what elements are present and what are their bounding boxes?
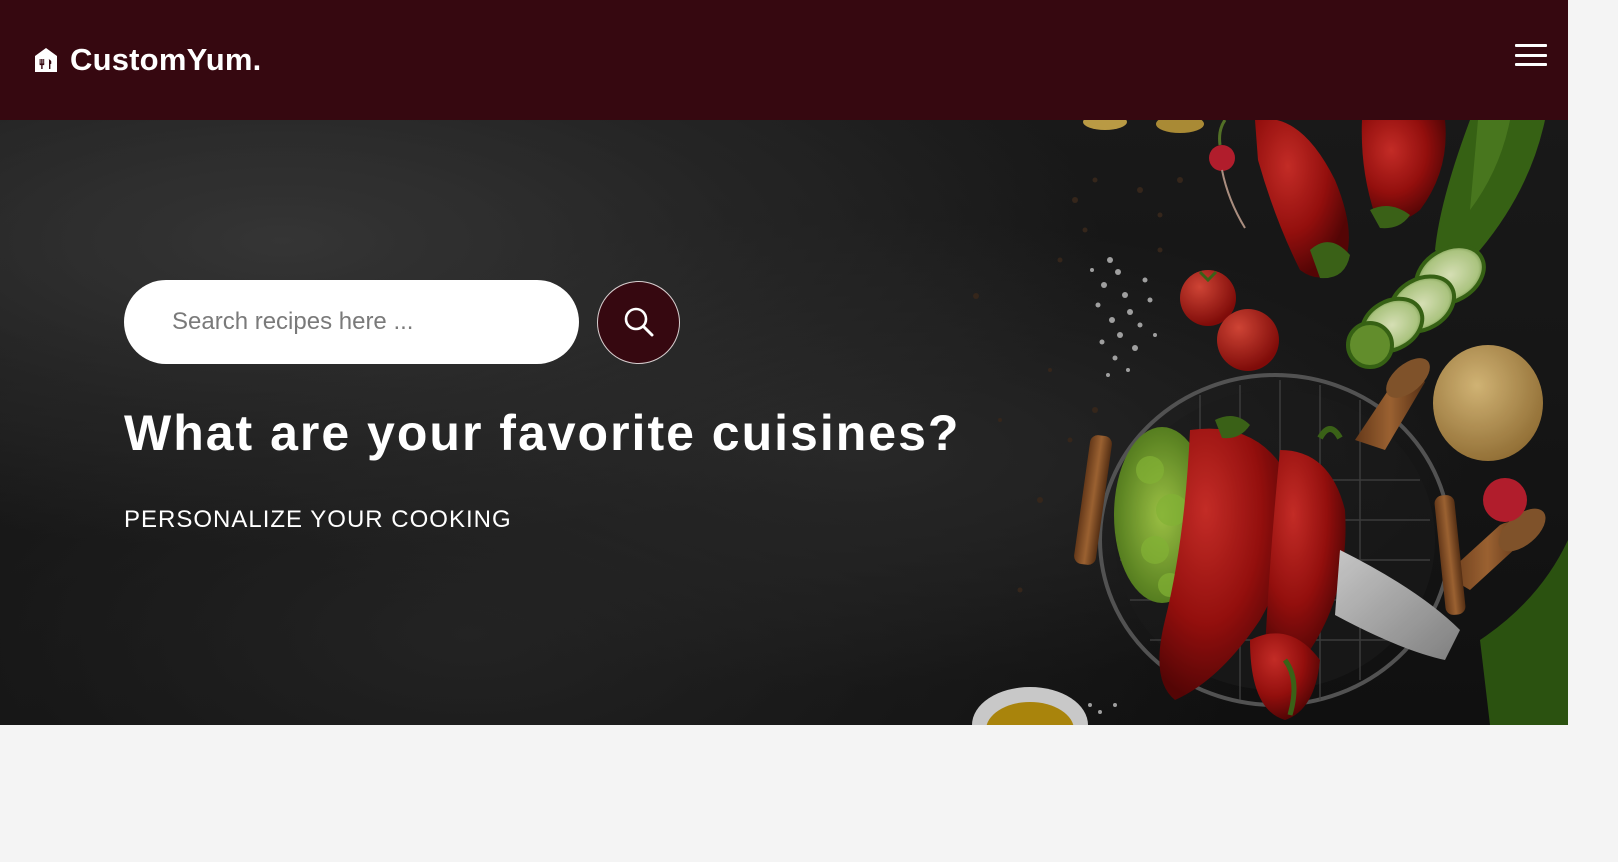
hero-subtitle: PERSONALIZE YOUR COOKING (124, 506, 512, 533)
search-bar (124, 280, 680, 364)
search-button[interactable] (597, 280, 680, 364)
brand-logo-link[interactable]: CustomYum. (34, 38, 261, 82)
hero-title: What are your favorite cuisines? (124, 405, 961, 461)
brand-name: CustomYum. (70, 42, 262, 77)
search-icon (624, 307, 653, 337)
search-input[interactable] (124, 280, 579, 364)
hero-banner: What are your favorite cuisines? PERSONA… (0, 120, 1568, 725)
menu-bar (1515, 63, 1547, 66)
page: CustomYum. Search recipes here ... What … (0, 0, 1618, 862)
restaurant-home-icon (34, 47, 58, 73)
page-content: CustomYum. Search recipes here ... What … (0, 0, 1568, 862)
hamburger-menu-icon[interactable] (1512, 40, 1550, 70)
window-edge (1568, 0, 1618, 862)
menu-bar (1515, 44, 1547, 47)
top-navbar: CustomYum. (0, 0, 1568, 120)
menu-bar (1515, 53, 1547, 57)
